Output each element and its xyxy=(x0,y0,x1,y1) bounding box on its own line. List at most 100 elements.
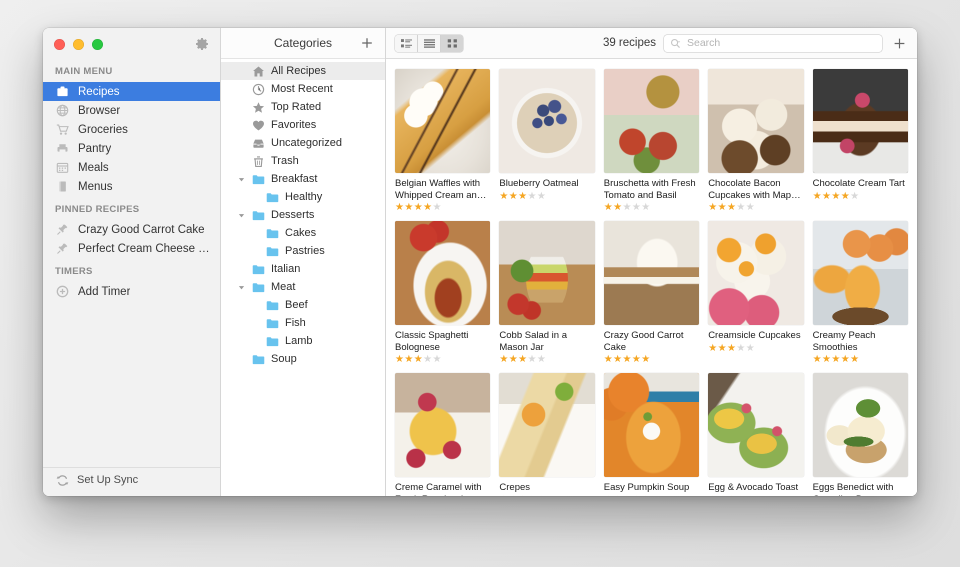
heart-icon xyxy=(252,119,265,132)
disclosure-triangle-open-icon[interactable] xyxy=(237,212,246,219)
recipe-thumbnail[interactable] xyxy=(812,69,908,173)
folder-icon xyxy=(252,263,265,276)
recipe-card[interactable]: Egg & Avocado Toast ★★★★★ xyxy=(708,373,804,496)
category-item-top-rated[interactable]: Top Rated xyxy=(221,98,385,116)
recipe-thumbnail[interactable] xyxy=(395,69,491,173)
sidebar-item-browser[interactable]: Browser xyxy=(43,101,220,120)
recipe-title: Crazy Good Carrot Cake xyxy=(603,330,684,353)
recipe-rating[interactable]: ★★★★★ xyxy=(499,191,594,202)
category-item-most-recent[interactable]: Most Recent xyxy=(221,80,385,98)
category-item-desserts[interactable]: Desserts xyxy=(221,206,385,224)
inbox-icon xyxy=(252,137,265,150)
recipe-card[interactable]: Belgian Waffles with Whipped Cream an… ★★… xyxy=(395,69,491,213)
category-item-pastries[interactable]: Pastries xyxy=(221,242,385,260)
recipe-rating[interactable]: ★★★★★ xyxy=(604,495,699,496)
recipe-card[interactable]: Blueberry Oatmeal ★★★★★ xyxy=(499,69,595,213)
pin-icon xyxy=(55,223,69,237)
category-item-healthy[interactable]: Healthy xyxy=(221,188,385,206)
sidebar-item-perfect-cream-cheese-frosting[interactable]: Perfect Cream Cheese Frosting xyxy=(43,239,220,258)
sidebar-item-add-timer[interactable]: Add Timer xyxy=(43,282,220,301)
recipe-thumbnail[interactable] xyxy=(395,373,491,477)
toolbar: 39 recipes xyxy=(386,28,917,59)
gear-icon[interactable] xyxy=(194,36,210,52)
sidebar-item-recipes[interactable]: Recipes xyxy=(43,82,220,101)
sidebar-item-label: Add Timer xyxy=(78,285,131,298)
category-item-lamb[interactable]: Lamb xyxy=(221,332,385,350)
sidebar-item-groceries[interactable]: Groceries xyxy=(43,120,220,139)
recipe-card[interactable]: Creamy Peach Smoothies ★★★★★ xyxy=(812,221,908,365)
recipe-rating[interactable]: ★★★★★ xyxy=(813,355,908,365)
category-item-label: Soup xyxy=(271,353,297,365)
recipe-card[interactable]: Cobb Salad in a Mason Jar ★★★★★ xyxy=(499,221,595,365)
recipe-thumbnail[interactable] xyxy=(812,221,908,325)
recipe-card[interactable]: Crepes ★★★★★ xyxy=(499,373,595,496)
recipe-thumbnail[interactable] xyxy=(708,373,804,477)
zoom-button[interactable] xyxy=(92,39,103,50)
category-item-trash[interactable]: Trash xyxy=(221,152,385,170)
view-mode-grid-view[interactable] xyxy=(441,34,463,52)
recipe-rating[interactable]: ★★★★★ xyxy=(708,203,803,213)
category-item-beef[interactable]: Beef xyxy=(221,296,385,314)
category-item-cakes[interactable]: Cakes xyxy=(221,224,385,242)
recipe-rating[interactable]: ★★★★★ xyxy=(604,203,699,213)
recipe-card[interactable]: Chocolate Bacon Cupcakes with Map… ★★★★★ xyxy=(708,69,804,213)
category-item-all-recipes[interactable]: All Recipes xyxy=(221,62,385,80)
recipe-thumbnail[interactable] xyxy=(603,69,700,173)
category-item-soup[interactable]: Soup xyxy=(221,350,385,368)
recipe-card[interactable]: Creme Caramel with Fresh Raspberries★★★★… xyxy=(395,373,491,496)
folder-icon xyxy=(266,299,279,312)
recipe-rating[interactable]: ★★★★★ xyxy=(395,203,490,213)
disclosure-triangle-open-icon[interactable] xyxy=(237,284,246,291)
recipe-rating[interactable]: ★★★★★ xyxy=(395,355,490,365)
sidebar-section-header: PINNED RECIPES xyxy=(55,204,140,215)
recipe-thumbnail[interactable] xyxy=(708,69,804,173)
disclosure-triangle-open-icon[interactable] xyxy=(237,176,246,183)
categories-list[interactable]: All Recipes Most Recent Top Rated Favorites… xyxy=(221,59,385,496)
category-item-uncategorized[interactable]: Uncategorized xyxy=(221,134,385,152)
category-item-breakfast[interactable]: Breakfast xyxy=(221,170,385,188)
recipe-thumbnail[interactable] xyxy=(708,221,804,325)
recipe-rating[interactable]: ★★★★★ xyxy=(499,495,594,496)
recipe-card[interactable]: Bruschetta with Fresh Tomato and Basil ★★… xyxy=(603,69,700,213)
recipe-card[interactable]: Crazy Good Carrot Cake ★★★★★ xyxy=(603,221,700,365)
recipe-thumbnail[interactable] xyxy=(395,221,491,325)
recipe-rating[interactable]: ★★★★★ xyxy=(708,495,803,496)
recipe-rating[interactable]: ★★★★★ xyxy=(708,343,803,354)
search-input[interactable] xyxy=(685,36,876,50)
sidebar-item-menus[interactable]: Menus xyxy=(43,177,220,196)
recipe-thumbnail[interactable] xyxy=(499,373,595,477)
recipe-rating[interactable]: ★★★★★ xyxy=(499,355,594,365)
view-mode-list-view[interactable] xyxy=(418,34,441,52)
setup-sync-button[interactable]: Set Up Sync xyxy=(43,467,220,492)
recipe-card[interactable]: Chocolate Cream Tart ★★★★★ xyxy=(812,69,908,213)
view-mode-segmented-control[interactable] xyxy=(395,34,463,52)
recipe-thumbnail[interactable] xyxy=(603,373,700,477)
recipe-rating[interactable]: ★★★★★ xyxy=(813,191,908,202)
recipe-thumbnail[interactable] xyxy=(603,221,700,325)
add-category-button[interactable] xyxy=(359,35,375,51)
category-item-meat[interactable]: Meat xyxy=(221,278,385,296)
category-item-label: Lamb xyxy=(285,335,313,347)
recipe-card[interactable]: Creamsicle Cupcakes ★★★★★ xyxy=(708,221,804,365)
folder-icon xyxy=(252,353,265,366)
category-item-fish[interactable]: Fish xyxy=(221,314,385,332)
view-mode-list-detail-view[interactable] xyxy=(395,34,418,52)
recipe-thumbnail[interactable] xyxy=(812,373,908,477)
sidebar-item-pantry[interactable]: Pantry xyxy=(43,139,220,158)
add-recipe-button[interactable] xyxy=(890,34,908,52)
recipe-card[interactable]: Easy Pumpkin Soup ★★★★★ xyxy=(603,373,700,496)
sidebar-item-meals[interactable]: Meals xyxy=(43,158,220,177)
search-field[interactable] xyxy=(664,34,882,52)
minimize-button[interactable] xyxy=(73,39,84,50)
close-button[interactable] xyxy=(54,39,65,50)
recipe-rating[interactable]: ★★★★★ xyxy=(604,355,699,365)
recipe-card[interactable]: Eggs Benedict with Canadian Bacon a…★★★★… xyxy=(812,373,908,496)
recipe-grid-container[interactable]: Belgian Waffles with Whipped Cream an… ★★… xyxy=(386,59,917,496)
recipe-thumbnail[interactable] xyxy=(499,69,595,173)
category-item-italian[interactable]: Italian xyxy=(221,260,385,278)
pin-icon xyxy=(55,242,69,256)
category-item-favorites[interactable]: Favorites xyxy=(221,116,385,134)
recipe-card[interactable]: Classic Spaghetti Bolognese ★★★★★ xyxy=(395,221,491,365)
sidebar-item-crazy-good-carrot-cake[interactable]: Crazy Good Carrot Cake xyxy=(43,220,220,239)
recipe-thumbnail[interactable] xyxy=(499,221,595,325)
